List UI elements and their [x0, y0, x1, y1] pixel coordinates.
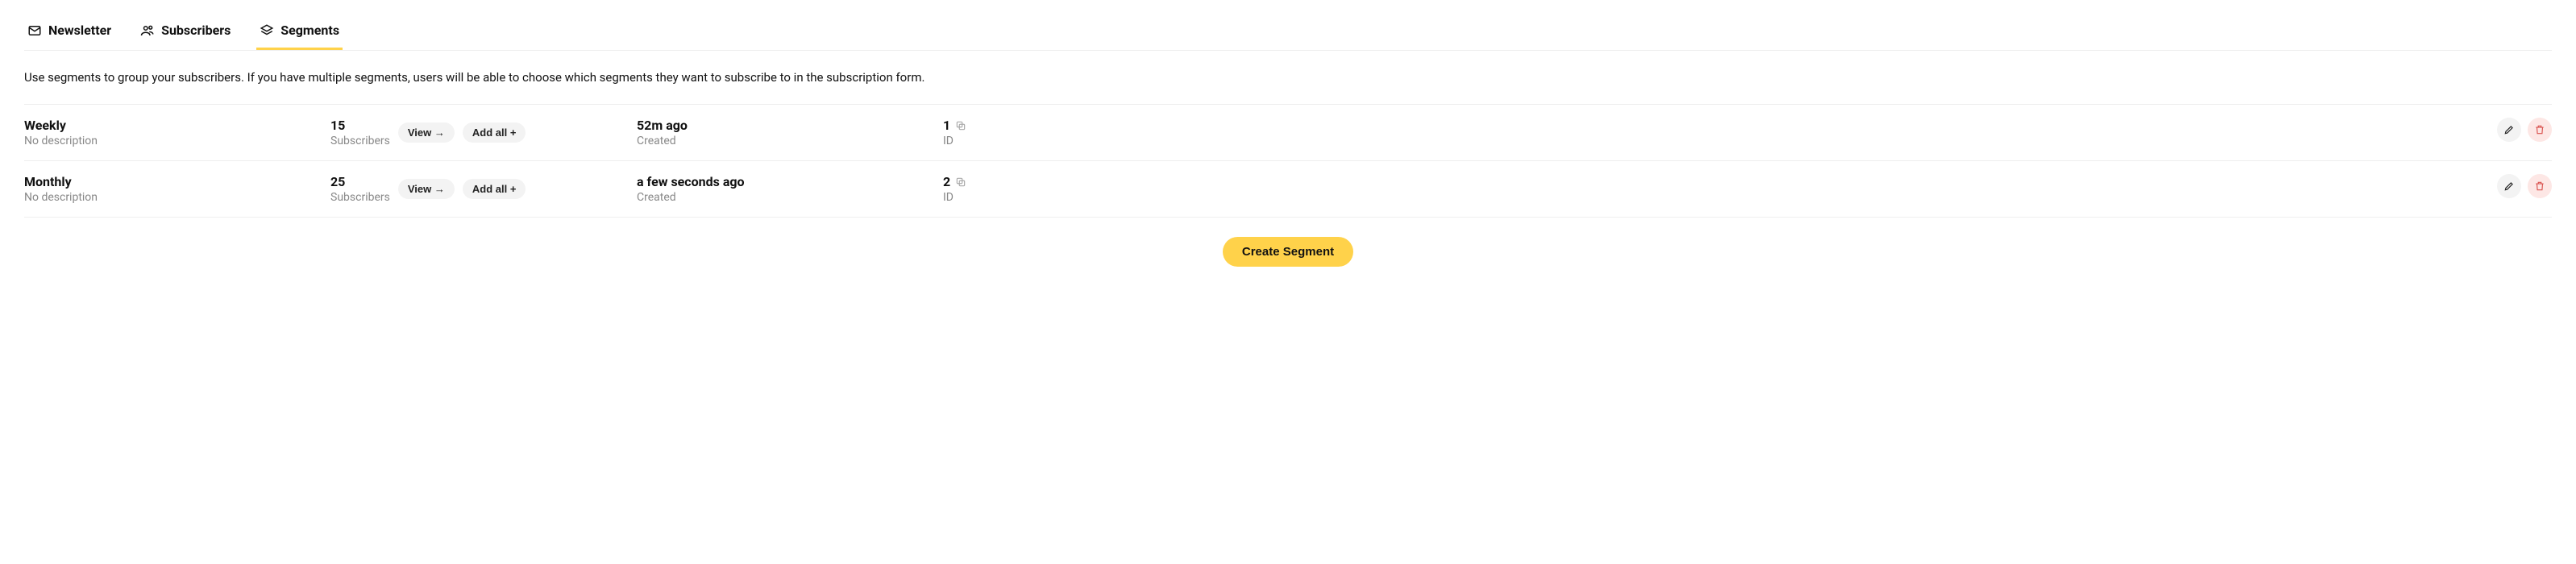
- segment-name: Weekly: [24, 118, 314, 133]
- tab-label: Subscribers: [161, 23, 231, 38]
- view-button[interactable]: View →: [398, 122, 455, 143]
- view-button[interactable]: View →: [398, 179, 455, 199]
- id-label: ID: [943, 191, 966, 204]
- id-label: ID: [943, 135, 966, 147]
- tabs-nav: Newsletter Subscribers Segments: [24, 16, 2552, 51]
- edit-button[interactable]: [2497, 174, 2521, 198]
- copy-icon[interactable]: [955, 120, 966, 131]
- segment-id: 1: [943, 118, 950, 133]
- create-segment-button[interactable]: Create Segment: [1223, 237, 1353, 267]
- copy-icon[interactable]: [955, 176, 966, 188]
- segments-list: Weekly No description 15 Subscribers Vie…: [24, 104, 2552, 218]
- add-all-button[interactable]: Add all +: [463, 179, 526, 199]
- pencil-icon: [2503, 124, 2515, 135]
- tab-newsletter[interactable]: Newsletter: [24, 16, 114, 50]
- add-all-button[interactable]: Add all +: [463, 122, 526, 143]
- tab-segments[interactable]: Segments: [256, 16, 343, 50]
- trash-icon: [2534, 180, 2545, 192]
- segment-id: 2: [943, 174, 950, 189]
- tab-subscribers[interactable]: Subscribers: [137, 16, 234, 50]
- created-label: Created: [637, 135, 927, 147]
- segment-name: Monthly: [24, 174, 314, 189]
- tab-label: Newsletter: [48, 23, 111, 38]
- pencil-icon: [2503, 180, 2515, 192]
- tab-label: Segments: [280, 23, 339, 38]
- segment-row: Weekly No description 15 Subscribers Vie…: [24, 104, 2552, 161]
- trash-icon: [2534, 124, 2545, 135]
- segment-row: Monthly No description 25 Subscribers Vi…: [24, 161, 2552, 218]
- delete-button[interactable]: [2528, 174, 2552, 198]
- subscriber-label: Subscribers: [330, 191, 390, 204]
- layers-icon: [260, 23, 274, 38]
- created-label: Created: [637, 191, 927, 204]
- created-time: 52m ago: [637, 118, 927, 133]
- subscriber-count: 25: [330, 174, 390, 189]
- mail-icon: [27, 23, 42, 38]
- delete-button[interactable]: [2528, 118, 2552, 142]
- create-segment-wrap: Create Segment: [24, 237, 2552, 267]
- segment-description: No description: [24, 191, 314, 204]
- help-text: Use segments to group your subscribers. …: [24, 70, 2552, 85]
- segment-description: No description: [24, 135, 314, 147]
- people-icon: [140, 23, 155, 38]
- created-time: a few seconds ago: [637, 174, 927, 189]
- edit-button[interactable]: [2497, 118, 2521, 142]
- subscriber-label: Subscribers: [330, 135, 390, 147]
- subscriber-count: 15: [330, 118, 390, 133]
